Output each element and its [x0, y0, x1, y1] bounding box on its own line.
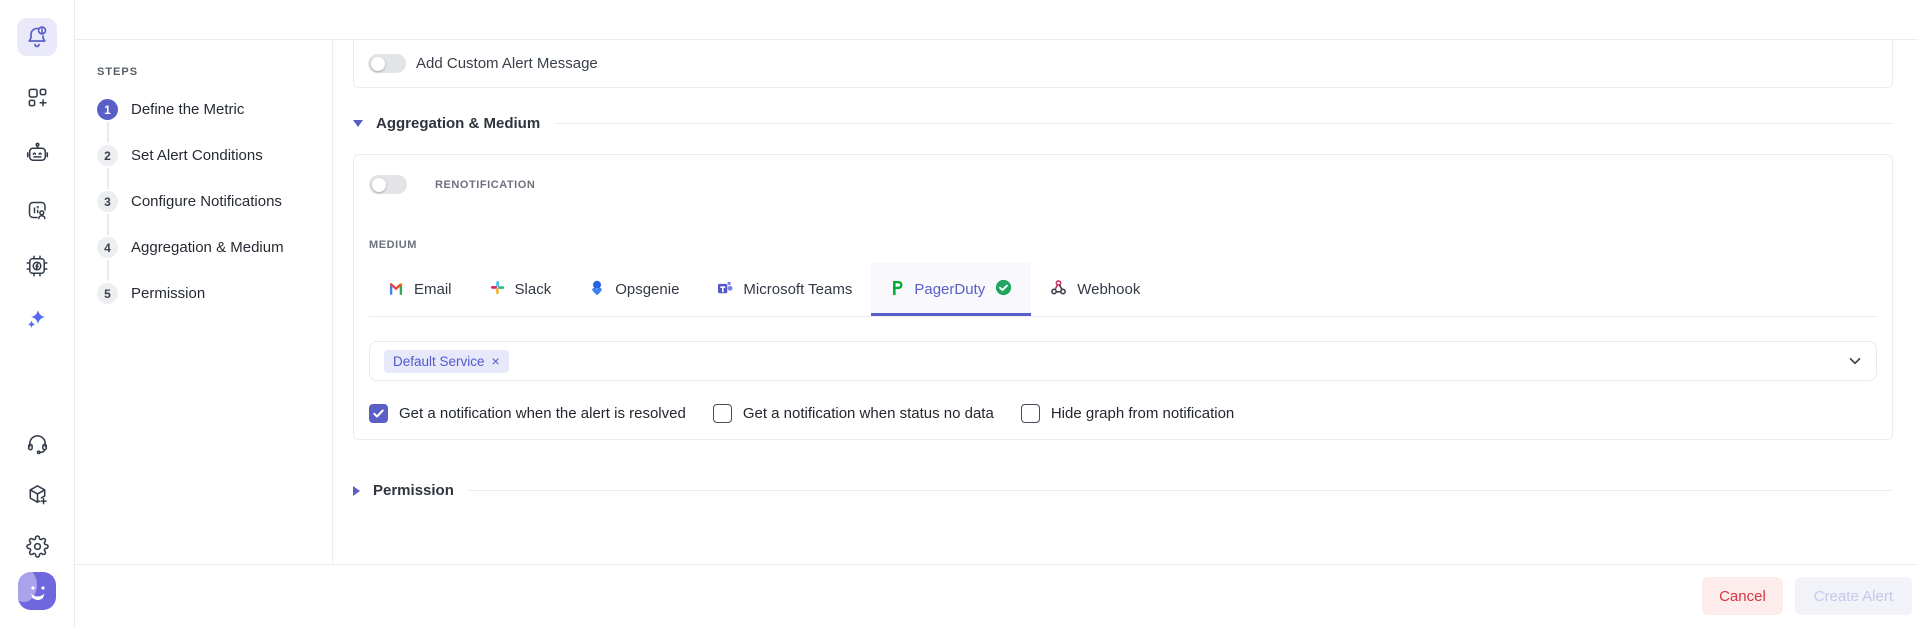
webhook-icon [1050, 279, 1067, 300]
widgets-add-icon [26, 86, 49, 109]
option-label: Get a notification when the alert is res… [399, 405, 686, 422]
step-label: Permission [131, 285, 205, 302]
tab-label: PagerDuty [914, 281, 985, 298]
tab-label: Microsoft Teams [743, 281, 852, 298]
option-resolved-notification[interactable]: Get a notification when the alert is res… [369, 404, 686, 423]
tab-email[interactable]: Email [369, 263, 471, 316]
step-label: Set Alert Conditions [131, 147, 263, 164]
package-add-icon [26, 483, 49, 506]
tab-label: Opsgenie [615, 281, 679, 298]
alert-form-content: Add Custom Alert Message Aggregation & M… [333, 40, 1918, 564]
step-label: Configure Notifications [131, 193, 282, 210]
app-root: STEPS 1 Define the Metric 2 Set Alert Co… [0, 0, 1918, 627]
remove-tag-icon[interactable]: × [492, 354, 500, 368]
section-title: Aggregation & Medium [376, 115, 540, 132]
tag-label: Default Service [393, 354, 485, 369]
option-label: Hide graph from notification [1051, 405, 1234, 422]
sidebar-item-infrastructure[interactable] [17, 247, 57, 285]
select-chevron-down-icon [1848, 354, 1862, 368]
sidebar-item-support[interactable] [17, 424, 57, 462]
checkbox-unchecked-icon[interactable] [713, 404, 732, 423]
form-footer: Cancel Create Alert [75, 564, 1918, 627]
chevron-down-icon[interactable] [353, 120, 363, 127]
rum-monitor-icon [25, 198, 49, 222]
selected-service-tag: Default Service × [384, 350, 509, 373]
chevron-right-icon[interactable] [353, 486, 360, 496]
step-permission[interactable]: 5 Permission [97, 283, 332, 304]
section-divider [554, 123, 1893, 124]
custom-alert-message-panel: Add Custom Alert Message [353, 40, 1893, 88]
step-number: 5 [97, 283, 118, 304]
ai-sparkle-icon [25, 307, 49, 331]
create-alert-button[interactable]: Create Alert [1795, 577, 1912, 615]
pagerduty-icon [890, 280, 904, 300]
tab-pagerduty[interactable]: PagerDuty [871, 263, 1031, 316]
section-title: Permission [373, 482, 454, 499]
option-no-data-notification[interactable]: Get a notification when status no data [713, 404, 994, 423]
top-spacer [75, 0, 1918, 39]
user-avatar [18, 572, 56, 610]
renotification-toggle[interactable] [369, 175, 407, 194]
tab-label: Webhook [1077, 281, 1140, 298]
tab-slack[interactable]: Slack [471, 263, 571, 316]
notification-options-row: Get a notification when the alert is res… [369, 404, 1877, 423]
app-sidebar [0, 0, 75, 627]
settings-gear-icon [26, 535, 49, 558]
sidebar-item-dashboards[interactable] [17, 78, 57, 116]
section-divider [468, 490, 1893, 491]
sidebar-item-ai-assistant[interactable] [17, 300, 57, 338]
sidebar-item-settings[interactable] [17, 527, 57, 565]
aggregation-medium-section-header: Aggregation & Medium [353, 115, 1893, 132]
tab-label: Slack [515, 281, 552, 298]
sidebar-item-bot[interactable] [17, 135, 57, 173]
step-define-the-metric[interactable]: 1 Define the Metric [97, 99, 332, 120]
steps-panel: STEPS 1 Define the Metric 2 Set Alert Co… [75, 40, 333, 564]
bot-icon [25, 142, 50, 167]
alert-bell-icon [25, 25, 49, 49]
step-aggregation-medium[interactable]: 4 Aggregation & Medium [97, 237, 332, 258]
content-wrap: STEPS 1 Define the Metric 2 Set Alert Co… [75, 39, 1918, 564]
slack-icon [490, 280, 505, 299]
teams-icon [717, 280, 733, 300]
step-set-alert-conditions[interactable]: 2 Set Alert Conditions [97, 145, 332, 166]
steps-title: STEPS [97, 66, 332, 78]
step-number: 3 [97, 191, 118, 212]
tab-label: Email [414, 281, 452, 298]
permission-section-header: Permission [353, 482, 1893, 499]
step-label: Define the Metric [131, 101, 244, 118]
cancel-button[interactable]: Cancel [1702, 577, 1783, 615]
checkbox-checked-icon[interactable] [369, 404, 388, 423]
main-column: STEPS 1 Define the Metric 2 Set Alert Co… [75, 0, 1918, 627]
checkbox-unchecked-icon[interactable] [1021, 404, 1040, 423]
renotification-label: RENOTIFICATION [435, 179, 535, 191]
tab-webhook[interactable]: Webhook [1031, 263, 1159, 316]
headset-icon [26, 432, 49, 455]
step-configure-notifications[interactable]: 3 Configure Notifications [97, 191, 332, 212]
custom-alert-message-toggle[interactable] [368, 54, 406, 73]
sidebar-item-rum[interactable] [17, 191, 57, 229]
chip-icon [25, 254, 49, 278]
medium-tabs: Email Slack [369, 263, 1877, 317]
gmail-icon [388, 280, 404, 300]
service-multiselect[interactable]: Default Service × [369, 341, 1877, 381]
tab-microsoft-teams[interactable]: Microsoft Teams [698, 263, 871, 316]
opsgenie-icon [589, 280, 605, 300]
verified-check-icon [995, 279, 1012, 300]
sidebar-item-alerts[interactable] [17, 18, 57, 56]
option-hide-graph[interactable]: Hide graph from notification [1021, 404, 1234, 423]
tab-opsgenie[interactable]: Opsgenie [570, 263, 698, 316]
step-label: Aggregation & Medium [131, 239, 284, 256]
renotification-row: RENOTIFICATION [369, 175, 1877, 194]
medium-label: MEDIUM [369, 239, 1877, 251]
sidebar-item-account[interactable] [17, 572, 57, 610]
step-number: 4 [97, 237, 118, 258]
custom-alert-message-label: Add Custom Alert Message [416, 55, 598, 72]
sidebar-item-integrations[interactable] [17, 475, 57, 513]
option-label: Get a notification when status no data [743, 405, 994, 422]
step-number: 2 [97, 145, 118, 166]
step-number: 1 [97, 99, 118, 120]
aggregation-medium-panel: RENOTIFICATION MEDIUM [353, 154, 1893, 440]
